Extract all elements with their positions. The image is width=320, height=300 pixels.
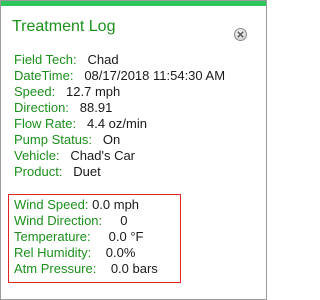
wind-speed-value: 0.0 mph bbox=[92, 197, 140, 212]
wind-direction-value: 0 bbox=[120, 213, 128, 228]
rel-humidity-row: Rel Humidity: 0.0% bbox=[14, 245, 179, 261]
wind-direction-row: Wind Direction: 0 bbox=[14, 213, 179, 229]
rel-humidity-label: Rel Humidity: bbox=[14, 245, 92, 260]
field-tech-row: Field Tech: Chad bbox=[14, 52, 259, 68]
temperature-label: Temperature: bbox=[14, 229, 91, 244]
close-x-glyph bbox=[237, 31, 244, 38]
treatment-details-list: Field Tech: Chad DateTime: 08/17/2018 11… bbox=[14, 52, 259, 180]
direction-value: 88.91 bbox=[79, 100, 113, 115]
close-icon[interactable] bbox=[234, 28, 247, 41]
direction-row: Direction: 88.91 bbox=[14, 100, 259, 116]
pump-status-label: Pump Status: bbox=[14, 132, 93, 147]
wind-direction-label: Wind Direction: bbox=[14, 213, 103, 228]
vehicle-row: Vehicle: Chad's Car bbox=[14, 148, 259, 164]
field-tech-value: Chad bbox=[87, 52, 119, 67]
rel-humidity-value: 0.0% bbox=[105, 245, 136, 260]
product-row: Product: Duet bbox=[14, 164, 259, 180]
popup-title: Treatment Log bbox=[12, 18, 116, 35]
flow-rate-value: 4.4 oz/min bbox=[86, 116, 147, 131]
wind-speed-row: Wind Speed: 0.0 mph bbox=[14, 197, 179, 213]
datetime-value: 08/17/2018 11:54:30 AM bbox=[84, 68, 226, 83]
product-label: Product: bbox=[14, 164, 63, 179]
field-tech-label: Field Tech: bbox=[14, 52, 77, 67]
atm-pressure-row: Atm Pressure: 0.0 bars bbox=[14, 261, 179, 277]
flow-rate-label: Flow Rate: bbox=[14, 116, 77, 131]
vehicle-value: Chad's Car bbox=[70, 148, 136, 163]
atm-pressure-label: Atm Pressure: bbox=[14, 261, 97, 276]
temperature-row: Temperature: 0.0 °F bbox=[14, 229, 179, 245]
flow-rate-row: Flow Rate: 4.4 oz/min bbox=[14, 116, 259, 132]
pump-status-row: Pump Status: On bbox=[14, 132, 259, 148]
popup-accent-bar bbox=[1, 1, 266, 6]
datetime-label: DateTime: bbox=[14, 68, 74, 83]
temperature-value: 0.0 °F bbox=[108, 229, 144, 244]
speed-value: 12.7 mph bbox=[66, 84, 121, 99]
treatment-log-popup: Treatment Log Field Tech: Chad DateTime:… bbox=[0, 0, 267, 300]
pump-status-value: On bbox=[102, 132, 121, 147]
atm-pressure-value: 0.0 bars bbox=[110, 261, 158, 276]
wind-speed-label: Wind Speed: bbox=[14, 197, 89, 212]
speed-label: Speed: bbox=[14, 84, 56, 99]
direction-label: Direction: bbox=[14, 100, 69, 115]
product-value: Duet bbox=[73, 164, 101, 179]
speed-row: Speed: 12.7 mph bbox=[14, 84, 259, 100]
weather-details-list: Wind Speed: 0.0 mph Wind Direction: 0 Te… bbox=[14, 197, 179, 277]
vehicle-label: Vehicle: bbox=[14, 148, 60, 163]
datetime-row: DateTime: 08/17/2018 11:54:30 AM bbox=[14, 68, 259, 84]
